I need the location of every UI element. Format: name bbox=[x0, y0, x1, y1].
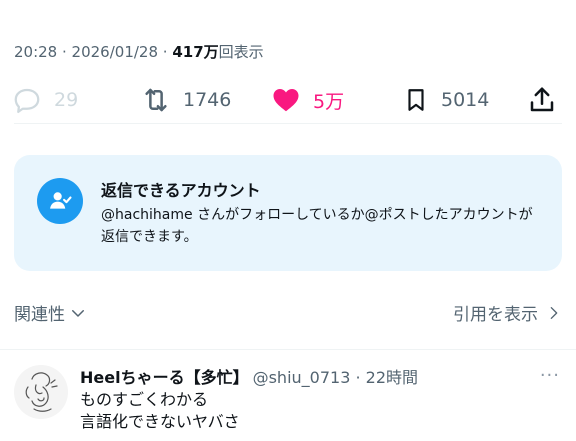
reply-permission-icon bbox=[37, 178, 83, 224]
divider bbox=[14, 123, 562, 124]
relevance-label: 関連性 bbox=[14, 305, 65, 325]
action-bar: 29 1746 5万 5014 bbox=[0, 80, 576, 120]
repost-button[interactable]: 1746 bbox=[141, 80, 231, 120]
divider bbox=[0, 349, 576, 350]
replies-sort-row: 関連性 引用を表示 bbox=[14, 300, 562, 328]
reply-text: ものすごくわかる 言語化できないヤバさ bbox=[80, 390, 240, 431]
more-icon[interactable]: ··· bbox=[540, 365, 560, 386]
reply-author-name[interactable]: Heelちゃーる【多忙】 bbox=[80, 368, 249, 387]
view-quotes-label: 引用を表示 bbox=[453, 305, 538, 325]
reply-permission-card: 返信できるアカウント @hachihame さんがフォローしているか@ポストした… bbox=[14, 155, 562, 271]
bookmark-count: 5014 bbox=[441, 89, 490, 111]
repost-icon bbox=[145, 88, 167, 112]
tweet-date[interactable]: 2026/01/28 bbox=[72, 43, 158, 61]
tweet-meta: 20:28 · 2026/01/28 · 417万回表示 bbox=[14, 43, 264, 61]
avatar[interactable] bbox=[14, 365, 68, 419]
bookmark-button[interactable]: 5014 bbox=[403, 80, 489, 120]
repost-count: 1746 bbox=[183, 89, 232, 111]
like-count: 5万 bbox=[313, 90, 345, 113]
views-label: 回表示 bbox=[218, 43, 264, 61]
reply-permission-title: 返信できるアカウント bbox=[101, 181, 261, 200]
bookmark-icon bbox=[408, 89, 424, 111]
reply-header: Heelちゃーる【多忙】 @shiu_0713 · 22時間 bbox=[80, 368, 419, 387]
views-count: 417万 bbox=[172, 43, 219, 61]
like-button[interactable]: 5万 bbox=[271, 80, 344, 120]
like-icon bbox=[273, 89, 299, 112]
reply-post[interactable]: Heelちゃーる【多忙】 @shiu_0713 · 22時間 ··· ものすごくわ… bbox=[0, 351, 576, 441]
relevance-sort-button[interactable]: 関連性 bbox=[14, 300, 87, 325]
chevron-down-icon bbox=[72, 309, 84, 317]
share-icon bbox=[530, 87, 554, 112]
reply-count: 29 bbox=[54, 89, 79, 111]
reply-author-handle[interactable]: @shiu_0713 bbox=[253, 368, 351, 387]
reply-icon bbox=[14, 88, 40, 113]
share-button[interactable] bbox=[527, 80, 557, 120]
view-quotes-link[interactable]: 引用を表示 bbox=[453, 300, 562, 325]
chevron-right-icon bbox=[550, 306, 558, 319]
reply-permission-description: @hachihame さんがフォローしているか@ポストしたアカウントが返信できま… bbox=[101, 207, 533, 245]
tweet-time[interactable]: 20:28 bbox=[14, 43, 57, 61]
reply-button[interactable]: 29 bbox=[12, 80, 78, 120]
reply-time[interactable]: 22時間 bbox=[366, 368, 418, 387]
